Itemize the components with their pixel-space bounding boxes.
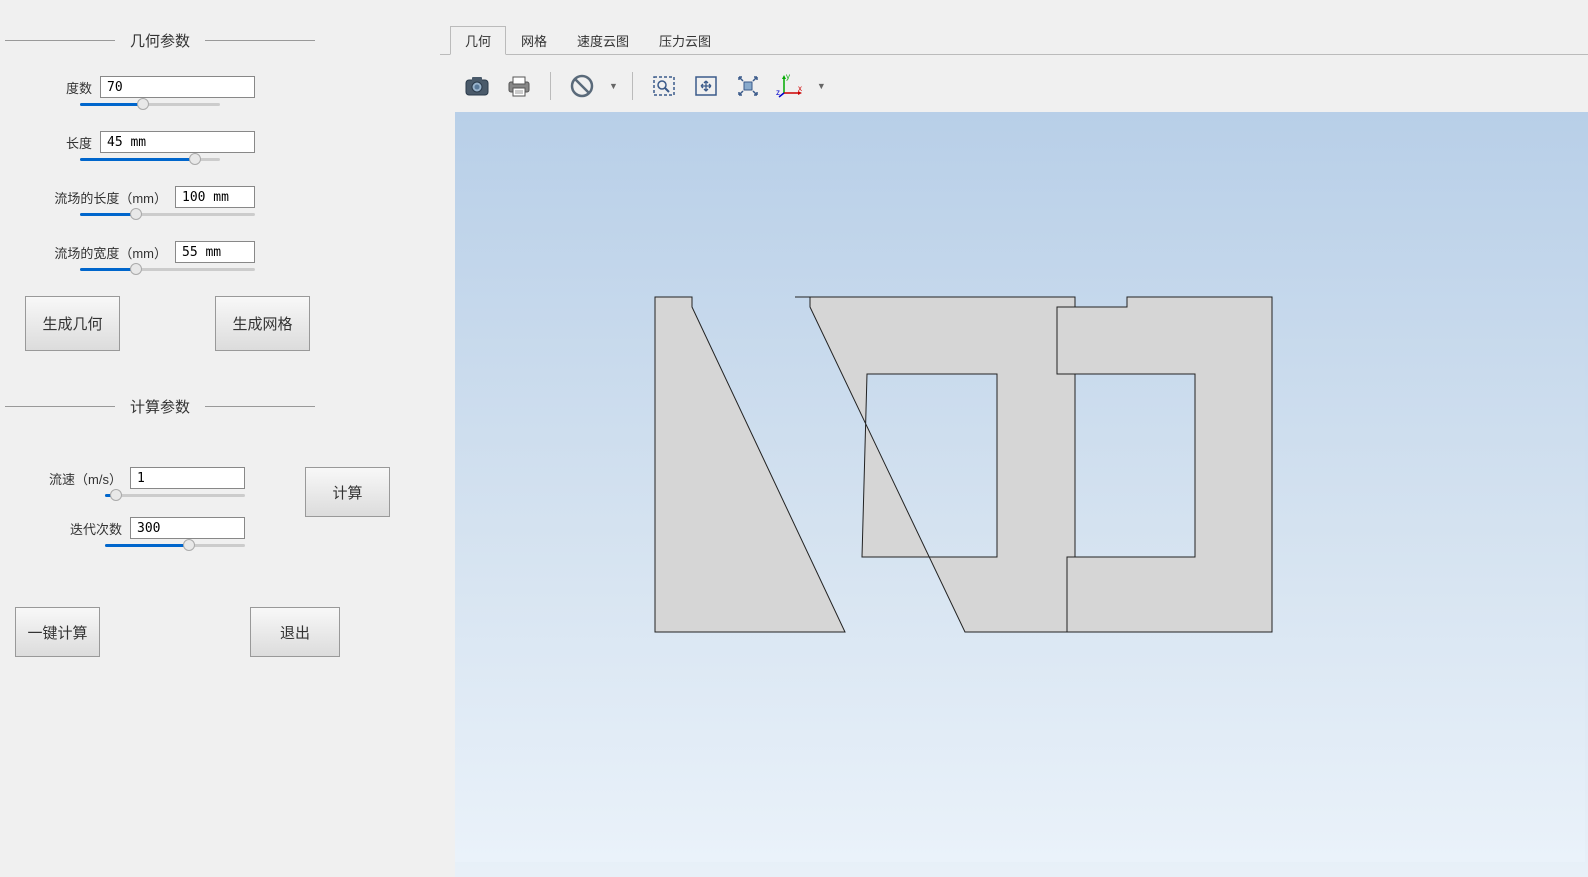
generate-geometry-button[interactable]: 生成几何 xyxy=(25,296,120,351)
geometry-canvas xyxy=(455,112,1585,862)
toolbar: ▼ yx z ▼ xyxy=(440,55,1588,112)
tabs-bar: 几何 网格 速度云图 压力云图 xyxy=(440,0,1588,55)
print-icon[interactable] xyxy=(502,70,536,102)
geometry-viewport[interactable]: y x z xyxy=(455,112,1588,877)
tab-mesh[interactable]: 网格 xyxy=(506,26,562,55)
compute-params-row: 流速（m/s） 迭代次数 计算 xyxy=(5,467,435,572)
compute-section-title: 计算参数 xyxy=(115,396,205,417)
svg-text:z: z xyxy=(776,88,780,97)
fit-view-icon[interactable] xyxy=(731,70,765,102)
velocity-slider[interactable] xyxy=(45,494,245,497)
velocity-label: 流速（m/s） xyxy=(45,469,130,488)
degree-slider[interactable] xyxy=(5,103,220,106)
compute-section-header: 计算参数 xyxy=(5,396,435,417)
dropdown-arrow-icon[interactable]: ▼ xyxy=(817,81,826,91)
sidebar: 几何参数 度数 长度 流场的长度（mm） 流场的宽度（mm） 生成几何 生成网格… xyxy=(0,0,440,877)
length-label: 长度 xyxy=(45,133,100,152)
length-row: 长度 xyxy=(5,131,435,153)
tab-velocity-cloud[interactable]: 速度云图 xyxy=(562,26,644,55)
iterations-input[interactable] xyxy=(130,517,245,539)
flow-width-row: 流场的宽度（mm） xyxy=(5,241,435,263)
length-slider[interactable] xyxy=(5,158,220,161)
iterations-row: 迭代次数 xyxy=(45,517,245,539)
zoom-select-icon[interactable] xyxy=(647,70,681,102)
tab-geometry[interactable]: 几何 xyxy=(450,26,506,55)
length-input[interactable] xyxy=(100,131,255,153)
bottom-buttons: 一键计算 退出 xyxy=(5,607,435,657)
iterations-label: 迭代次数 xyxy=(45,519,130,538)
main-panel: 几何 网格 速度云图 压力云图 ▼ yx z ▼ xyxy=(440,0,1588,877)
svg-text:x: x xyxy=(798,84,802,93)
exit-button[interactable]: 退出 xyxy=(250,607,340,657)
svg-text:y: y xyxy=(786,73,790,81)
geometry-section-title: 几何参数 xyxy=(115,30,205,51)
flow-length-label: 流场的长度（mm） xyxy=(45,188,175,207)
flow-width-label: 流场的宽度（mm） xyxy=(45,243,175,262)
velocity-row: 流速（m/s） xyxy=(45,467,245,489)
one-click-compute-button[interactable]: 一键计算 xyxy=(15,607,100,657)
generate-mesh-button[interactable]: 生成网格 xyxy=(215,296,310,351)
degree-row: 度数 xyxy=(5,76,435,98)
pan-icon[interactable] xyxy=(689,70,723,102)
flow-width-input[interactable] xyxy=(175,241,255,263)
dropdown-arrow-icon[interactable]: ▼ xyxy=(609,81,618,91)
no-entry-icon[interactable] xyxy=(565,70,599,102)
camera-icon[interactable] xyxy=(460,70,494,102)
velocity-input[interactable] xyxy=(130,467,245,489)
degree-label: 度数 xyxy=(45,78,100,97)
iterations-slider[interactable] xyxy=(45,544,245,547)
flow-length-slider[interactable] xyxy=(5,213,255,216)
tab-pressure-cloud[interactable]: 压力云图 xyxy=(644,26,726,55)
compute-button[interactable]: 计算 xyxy=(305,467,390,517)
flow-length-row: 流场的长度（mm） xyxy=(5,186,435,208)
axis-icon[interactable]: yx z xyxy=(773,70,807,102)
flow-width-slider[interactable] xyxy=(5,268,255,271)
geometry-section-header: 几何参数 xyxy=(5,30,435,51)
degree-input[interactable] xyxy=(100,76,255,98)
geometry-buttons: 生成几何 生成网格 xyxy=(5,296,435,351)
flow-length-input[interactable] xyxy=(175,186,255,208)
